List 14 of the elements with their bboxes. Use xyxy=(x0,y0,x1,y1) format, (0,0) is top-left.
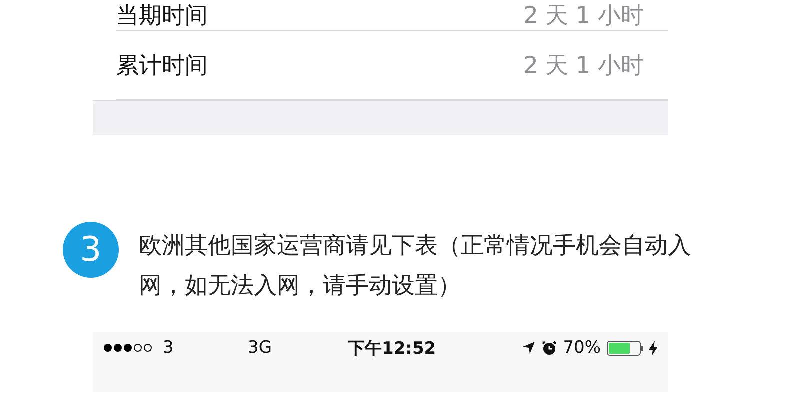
status-time: 下午12:52 xyxy=(347,338,438,360)
setting-value: 2 天 1 小时 xyxy=(524,2,644,31)
carrier-name: 3 xyxy=(163,338,174,358)
battery-icon xyxy=(607,340,643,356)
location-arrow-icon xyxy=(522,341,536,355)
signal-icon xyxy=(103,343,155,353)
setting-value: 2 天 1 小时 xyxy=(524,52,644,80)
network-type: 3G xyxy=(248,338,273,358)
alarm-clock-icon xyxy=(542,340,558,356)
step-number: 3 xyxy=(63,222,119,278)
battery-percent: 70% xyxy=(563,338,601,358)
setting-label: 累计时间 xyxy=(116,52,208,80)
setting-label: 当期时间 xyxy=(116,2,208,31)
step-text: 欧洲其他国家运营商请见下表（正常情况手机会自动入网，如无法入网，请手动设置） xyxy=(139,232,692,301)
